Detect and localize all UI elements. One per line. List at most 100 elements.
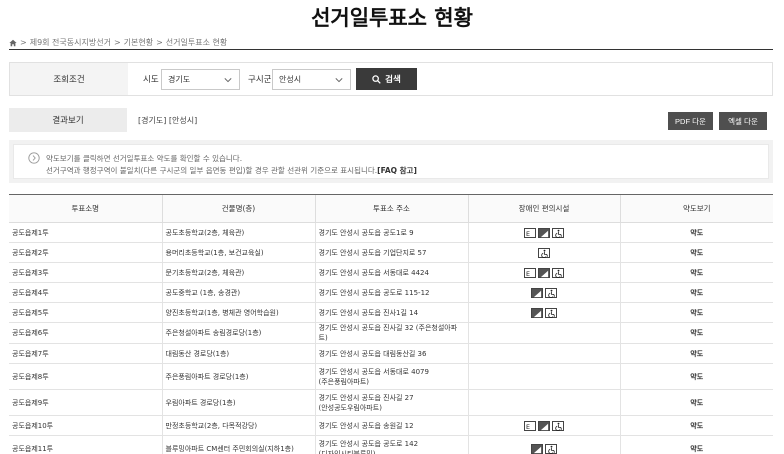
facility-icons — [467, 363, 620, 390]
station-address: 경기도 안성시 공도읍 송원길 12 — [314, 415, 468, 436]
pdf-download-button[interactable]: PDF 다운 — [668, 112, 713, 130]
map-link[interactable]: 약도 — [619, 363, 773, 390]
table-row: 공도읍제3투 문기초등학교(2층, 체육관) 경기도 안성시 공도읍 서동대로 44… — [9, 262, 773, 283]
address-line-1: 경기도 안성시 공도읍 공도1로 9 — [318, 228, 414, 237]
table-row: 공도읍제4투 공도중학교 (1층, 송경관) 경기도 안성시 공도읍 공도로 115… — [9, 282, 773, 303]
wheelchair-icon — [552, 267, 564, 278]
map-link[interactable]: 약도 — [619, 222, 773, 243]
search-icon — [372, 74, 381, 84]
facility-icons — [467, 282, 620, 303]
breadcrumb-item-election[interactable]: 제9회 전국동시지방선거 — [30, 37, 111, 48]
gusigun-select[interactable]: 안성시 — [272, 69, 351, 90]
wheelchair-icon — [552, 420, 564, 431]
table-row: 공도읍제5투 양진초등학교(1층, 병체관 영어학습원) 경기도 안성시 공도읍 진… — [9, 302, 773, 323]
map-link[interactable]: 약도 — [619, 322, 773, 344]
station-name: 공도읍제2투 — [9, 242, 162, 263]
facility-icons — [467, 435, 620, 454]
table-row: 공도읍제1투 공도초등학교(2층, 체육관) 경기도 안성시 공도읍 공도1로 9 E… — [9, 222, 773, 243]
breadcrumb-item-current: 선거일투표소 현황 — [165, 38, 228, 47]
breadcrumb-separator: > — [20, 38, 27, 47]
header-map: 약도보기 — [619, 194, 773, 223]
ramp-icon — [538, 227, 550, 238]
station-address: 경기도 안성시 공도읍 진사1길 14 — [314, 302, 468, 323]
station-address: 경기도 안성시 공도읍 진사길 27 (안성공도우림아파트) — [314, 389, 468, 416]
table-row: 공도읍제2투 용머리초등학교(1층, 보건교육실) 경기도 안성시 공도읍 기업단지… — [9, 242, 773, 263]
address-line-2: (주은풍림아파트) — [318, 377, 370, 386]
wheelchair-icon — [552, 227, 564, 238]
breadcrumb-item-basic[interactable]: 기본현황 — [124, 37, 153, 48]
station-name: 공도읍제11투 — [9, 435, 162, 454]
svg-text:E: E — [526, 424, 530, 431]
sido-select[interactable]: 경기도 — [161, 69, 240, 90]
header-building: 건물명(층) — [161, 194, 315, 223]
address-line-1: 경기도 안성시 공도읍 공도로 115-12 — [318, 288, 430, 297]
address-line-1: 경기도 안성시 공도읍 진사길 27 — [318, 393, 414, 402]
address-line-1: 경기도 안성시 공도읍 송원길 12 — [318, 421, 414, 430]
station-name: 공도읍제7투 — [9, 343, 162, 364]
search-button-label: 검색 — [385, 74, 401, 84]
elevator-icon: E — [524, 227, 536, 238]
map-link[interactable]: 약도 — [619, 242, 773, 263]
ramp-icon — [531, 287, 543, 298]
map-link[interactable]: 약도 — [619, 262, 773, 283]
facility-icons — [467, 389, 620, 416]
facility-icons — [467, 302, 620, 323]
facility-icons — [467, 322, 620, 344]
building-name: 블루밍아파트 CM센터 주민회의실(지하1층) — [161, 435, 315, 454]
breadcrumb: > 제9회 전국동시지방선거 > 기본현황 > 선거일투표소 현황 — [9, 37, 227, 48]
header-divider — [9, 49, 773, 50]
table-row: 공도읍제7투 대림동산 경로당(1층) 경기도 안성시 공도읍 대림동산길 36 약도 — [9, 343, 773, 364]
map-link[interactable]: 약도 — [619, 415, 773, 436]
table-header-row: 투표소명 건물명(층) 투표소 주소 장애인 편의시설 약도보기 — [9, 194, 773, 223]
sido-select-value: 경기도 — [168, 75, 191, 84]
search-panel: 조회조건 시도 경기도 구시군 안성시 검색 — [9, 62, 773, 96]
station-address: 경기도 안성시 공도읍 서동대로 4424 — [314, 262, 468, 283]
home-icon[interactable] — [9, 39, 17, 47]
station-address: 경기도 안성시 공도읍 서동대로 4079 (주은풍림아파트) — [314, 363, 468, 390]
map-link[interactable]: 약도 — [619, 282, 773, 303]
breadcrumb-separator: > — [156, 38, 163, 47]
chevron-right-circle-icon — [28, 152, 40, 164]
table-row: 공도읍제6투 주은청설아파트 송림경로당(1층) 경기도 안성시 공도읍 진사길 3… — [9, 322, 773, 344]
building-name: 대림동산 경로당(1층) — [161, 343, 315, 364]
station-name: 공도읍제4투 — [9, 282, 162, 303]
header-station-name: 투표소명 — [9, 194, 162, 223]
table-row: 공도읍제8투 주은풍림아파트 경로당(1층) 경기도 안성시 공도읍 서동대로 40… — [9, 363, 773, 390]
facility-icons: E — [467, 262, 620, 283]
chevron-down-icon — [335, 78, 343, 83]
station-name: 공도읍제5투 — [9, 302, 162, 323]
address-line-2: (안성공도우림아파트) — [318, 403, 382, 412]
svg-text:E: E — [526, 231, 530, 238]
ramp-icon — [531, 307, 543, 318]
svg-text:E: E — [526, 271, 530, 278]
excel-download-button[interactable]: 엑셀 다운 — [719, 112, 767, 130]
result-region: [경기도] [안성시] — [138, 116, 198, 125]
notice-text-2-body: 선거구역과 행정구역이 불일치(다른 구시군의 일부 읍면동 편입)할 경우 관… — [46, 166, 378, 175]
wheelchair-icon — [545, 307, 557, 318]
facility-icons: E — [467, 222, 620, 243]
building-name: 주은청설아파트 송림경로당(1층) — [161, 322, 315, 344]
ramp-icon — [531, 443, 543, 454]
station-name: 공도읍제3투 — [9, 262, 162, 283]
ramp-icon — [538, 267, 550, 278]
gusigun-select-value: 안성시 — [279, 75, 302, 84]
breadcrumb-separator: > — [113, 38, 121, 47]
notice-box: 약도보기를 클릭하면 선거일투표소 약도를 확인할 수 있습니다. 선거구역과 … — [9, 140, 773, 183]
notice-text-2: 선거구역과 행정구역이 불일치(다른 구시군의 일부 읍면동 편입)할 경우 관… — [46, 165, 417, 176]
wheelchair-icon — [545, 443, 557, 454]
chevron-down-icon — [224, 78, 232, 83]
search-button[interactable]: 검색 — [356, 68, 417, 90]
notice-text-1: 약도보기를 클릭하면 선거일투표소 약도를 확인할 수 있습니다. — [46, 154, 243, 163]
building-name: 우림아파트 경로당(1층) — [161, 389, 315, 416]
station-name: 공도읍제8투 — [9, 363, 162, 390]
station-address: 경기도 안성시 공도읍 진사길 32 (주은청설아파트) — [314, 322, 468, 344]
map-link[interactable]: 약도 — [619, 302, 773, 323]
result-label: 결과보기 — [9, 108, 127, 132]
faq-link[interactable]: [FAQ 참고] — [377, 166, 417, 175]
map-link[interactable]: 약도 — [619, 435, 773, 454]
map-link[interactable]: 약도 — [619, 343, 773, 364]
map-link[interactable]: 약도 — [619, 389, 773, 416]
address-line-1: 경기도 안성시 공도읍 대림동산길 36 — [318, 349, 427, 358]
building-name: 공도중학교 (1층, 송경관) — [161, 282, 315, 303]
header-facilities: 장애인 편의시설 — [467, 194, 620, 223]
